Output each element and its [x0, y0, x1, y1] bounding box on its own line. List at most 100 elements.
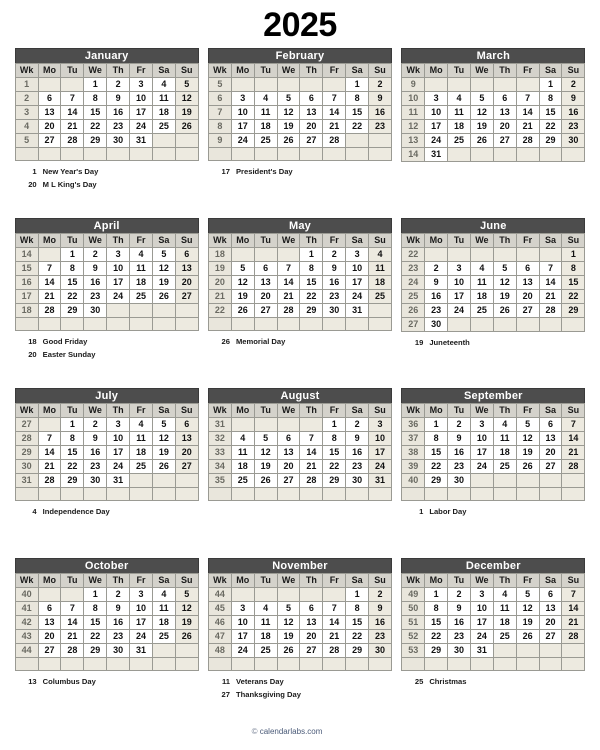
day-cell[interactable]: 30	[447, 473, 471, 488]
day-cell[interactable]: 25	[492, 459, 517, 474]
day-cell[interactable]: 1	[424, 587, 449, 602]
day-cell[interactable]: 23	[561, 119, 586, 134]
day-cell[interactable]: 2	[447, 417, 471, 432]
day-cell[interactable]: 29	[345, 643, 370, 658]
day-cell[interactable]: 28	[276, 303, 301, 318]
day-cell[interactable]: 30	[83, 303, 108, 318]
day-cell[interactable]: 2	[424, 261, 449, 276]
day-cell[interactable]: 10	[469, 431, 494, 446]
day-cell[interactable]: 13	[299, 615, 324, 630]
day-cell[interactable]: 24	[447, 303, 471, 318]
day-cell[interactable]: 22	[538, 119, 563, 134]
day-cell[interactable]: 20	[538, 615, 563, 630]
day-cell[interactable]: 2	[106, 587, 131, 602]
day-cell[interactable]: 15	[83, 615, 108, 630]
day-cell[interactable]: 23	[368, 629, 392, 644]
day-cell[interactable]: 10	[129, 91, 153, 106]
day-cell[interactable]: 25	[151, 119, 176, 134]
day-cell[interactable]: 21	[538, 289, 563, 304]
day-cell[interactable]: 2	[83, 247, 108, 262]
day-cell[interactable]: 31	[129, 643, 153, 658]
day-cell[interactable]: 1	[322, 417, 347, 432]
day-cell[interactable]: 11	[253, 615, 278, 630]
day-cell[interactable]: 16	[106, 615, 131, 630]
day-cell[interactable]: 19	[174, 615, 199, 630]
day-cell[interactable]: 28	[538, 303, 563, 318]
day-cell[interactable]: 4	[151, 77, 176, 92]
day-cell[interactable]: 3	[129, 587, 153, 602]
day-cell[interactable]: 29	[538, 133, 563, 148]
day-cell[interactable]: 27	[538, 459, 563, 474]
day-cell[interactable]: 5	[515, 417, 540, 432]
day-cell[interactable]: 28	[561, 459, 586, 474]
day-cell[interactable]: 6	[37, 601, 62, 616]
day-cell[interactable]: 11	[447, 105, 471, 120]
day-cell[interactable]: 31	[106, 473, 131, 488]
day-cell[interactable]: 1	[83, 77, 108, 92]
day-cell[interactable]: 19	[469, 119, 494, 134]
day-cell[interactable]: 14	[60, 615, 85, 630]
day-cell[interactable]: 22	[424, 629, 449, 644]
day-cell[interactable]: 27	[492, 133, 517, 148]
day-cell[interactable]: 27	[37, 643, 62, 658]
day-cell[interactable]: 30	[106, 133, 131, 148]
day-cell[interactable]: 6	[299, 601, 324, 616]
day-cell[interactable]: 11	[469, 275, 494, 290]
day-cell[interactable]: 17	[469, 445, 494, 460]
day-cell[interactable]: 16	[83, 445, 108, 460]
day-cell[interactable]: 27	[276, 473, 301, 488]
day-cell[interactable]: 14	[60, 105, 85, 120]
day-cell[interactable]: 6	[515, 261, 540, 276]
day-cell[interactable]: 9	[106, 601, 131, 616]
day-cell[interactable]: 4	[492, 587, 517, 602]
day-cell[interactable]: 6	[174, 247, 199, 262]
day-cell[interactable]: 23	[424, 303, 449, 318]
day-cell[interactable]: 27	[174, 459, 199, 474]
day-cell[interactable]: 14	[322, 105, 347, 120]
day-cell[interactable]: 21	[276, 289, 301, 304]
day-cell[interactable]: 24	[469, 459, 494, 474]
day-cell[interactable]: 6	[299, 91, 324, 106]
day-cell[interactable]: 31	[469, 643, 494, 658]
day-cell[interactable]: 4	[230, 431, 255, 446]
day-cell[interactable]: 13	[538, 601, 563, 616]
day-cell[interactable]: 19	[151, 275, 176, 290]
day-cell[interactable]: 4	[253, 91, 278, 106]
day-cell[interactable]: 6	[37, 91, 62, 106]
day-cell[interactable]: 11	[151, 601, 176, 616]
day-cell[interactable]: 16	[447, 445, 471, 460]
day-cell[interactable]: 14	[561, 601, 586, 616]
day-cell[interactable]: 9	[322, 261, 347, 276]
day-cell[interactable]: 2	[561, 77, 586, 92]
day-cell[interactable]: 18	[492, 615, 517, 630]
day-cell[interactable]: 1	[345, 587, 370, 602]
day-cell[interactable]: 26	[492, 303, 517, 318]
day-cell[interactable]: 16	[106, 105, 131, 120]
day-cell[interactable]: 8	[60, 431, 85, 446]
day-cell[interactable]: 15	[345, 105, 370, 120]
day-cell[interactable]: 7	[322, 601, 347, 616]
day-cell[interactable]: 16	[368, 105, 392, 120]
day-cell[interactable]: 31	[424, 147, 449, 162]
day-cell[interactable]: 25	[253, 133, 278, 148]
day-cell[interactable]: 4	[129, 247, 153, 262]
day-cell[interactable]: 20	[299, 629, 324, 644]
day-cell[interactable]: 14	[322, 615, 347, 630]
day-cell[interactable]: 24	[368, 459, 392, 474]
day-cell[interactable]: 2	[322, 247, 347, 262]
day-cell[interactable]: 17	[424, 119, 449, 134]
day-cell[interactable]: 25	[129, 459, 153, 474]
day-cell[interactable]: 12	[230, 275, 255, 290]
day-cell[interactable]: 10	[368, 431, 392, 446]
day-cell[interactable]: 19	[174, 105, 199, 120]
day-cell[interactable]: 3	[129, 77, 153, 92]
day-cell[interactable]: 23	[106, 119, 131, 134]
day-cell[interactable]: 26	[515, 459, 540, 474]
day-cell[interactable]: 11	[492, 601, 517, 616]
day-cell[interactable]: 26	[174, 119, 199, 134]
day-cell[interactable]: 4	[253, 601, 278, 616]
day-cell[interactable]: 1	[299, 247, 324, 262]
day-cell[interactable]: 27	[299, 643, 324, 658]
day-cell[interactable]: 24	[106, 289, 131, 304]
day-cell[interactable]: 7	[515, 91, 540, 106]
